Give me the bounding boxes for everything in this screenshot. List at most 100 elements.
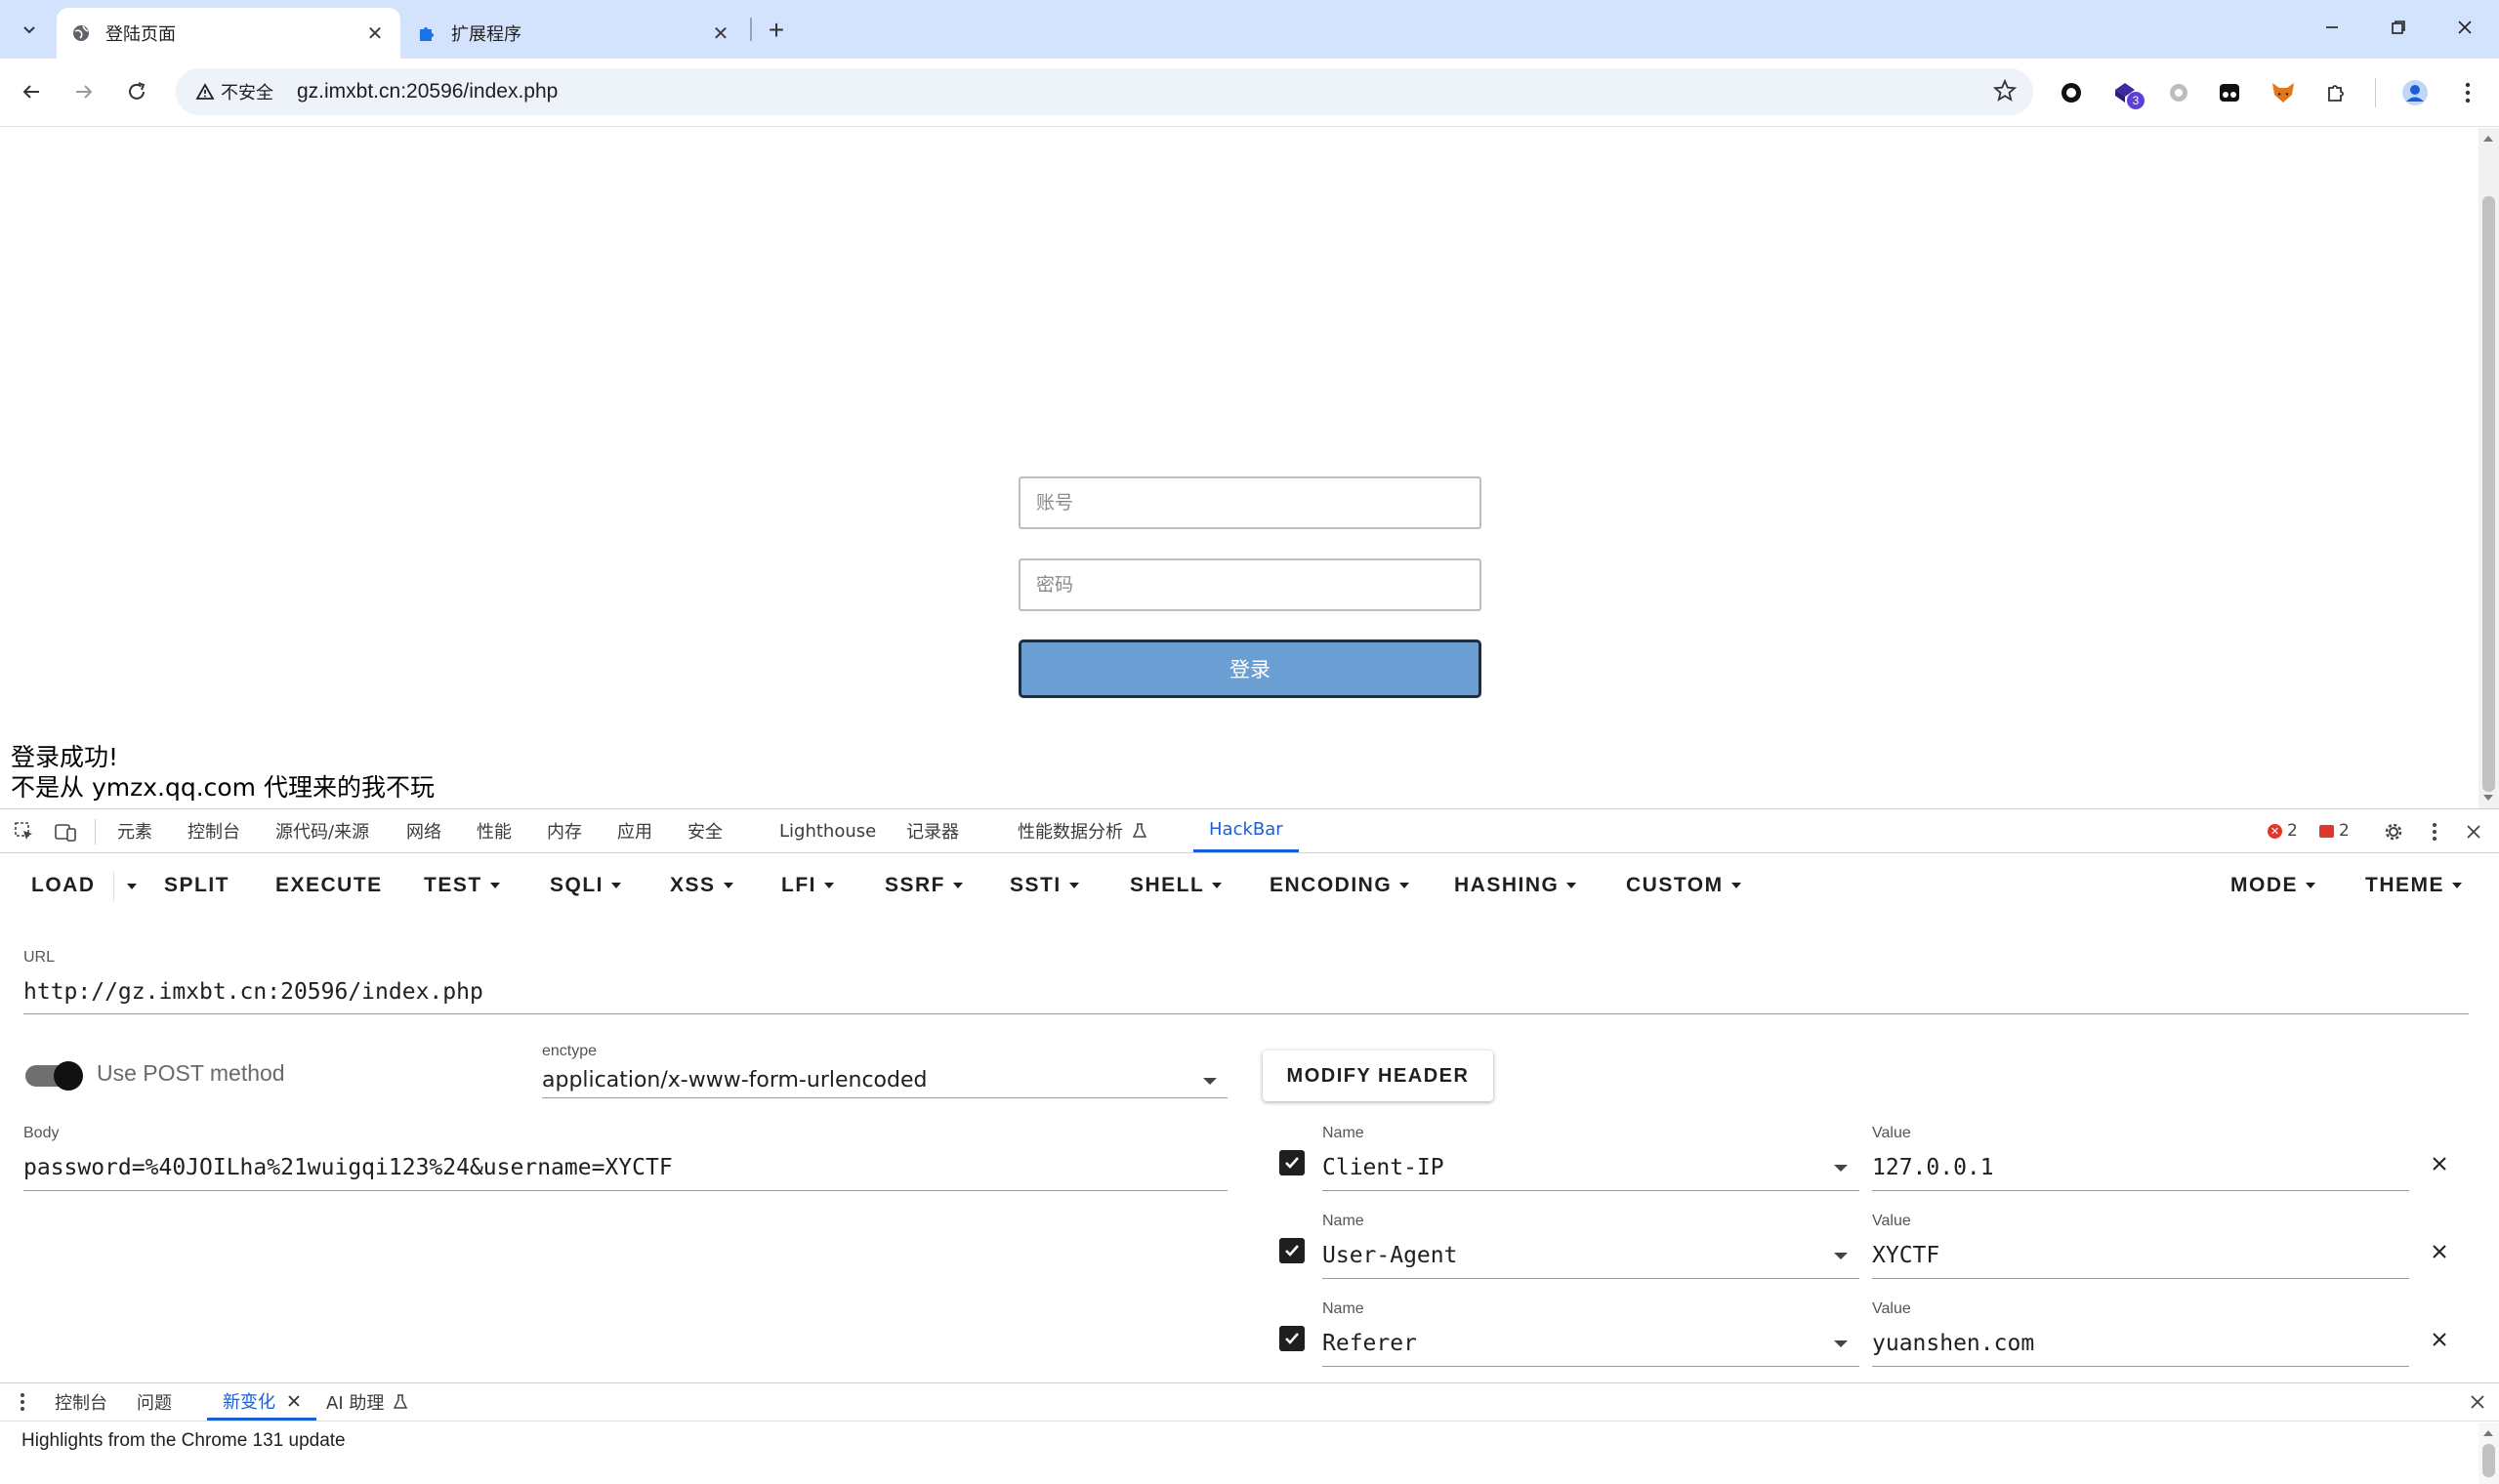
- hackbar-execute-button[interactable]: EXECUTE: [275, 874, 383, 897]
- extension-gear-button[interactable]: [2164, 78, 2193, 107]
- page-scrollbar[interactable]: [2478, 128, 2499, 808]
- header-1-name-underline: [1322, 1190, 1859, 1191]
- drawer-tab-whats-new[interactable]: 新变化: [207, 1383, 316, 1421]
- devtools-tab-elements[interactable]: 元素: [117, 809, 152, 852]
- hackbar-mode-menu[interactable]: MODE: [2230, 874, 2315, 897]
- extension-circle-button[interactable]: [2057, 78, 2086, 107]
- header-1-name[interactable]: Client-IP: [1322, 1155, 1444, 1180]
- extensions-menu-button[interactable]: [2322, 78, 2352, 107]
- scroll-up-arrow[interactable]: [2483, 1430, 2493, 1436]
- extension-hackbar-button[interactable]: 3: [2111, 78, 2145, 109]
- remove-header-3-button[interactable]: [2428, 1328, 2451, 1351]
- scroll-down-arrow[interactable]: [2483, 795, 2493, 801]
- inspect-element-button[interactable]: [12, 819, 37, 845]
- hackbar-split-button[interactable]: SPLIT: [164, 874, 229, 897]
- device-toolbar-button[interactable]: [53, 819, 78, 845]
- hackbar-theme-menu[interactable]: THEME: [2365, 874, 2462, 897]
- hackbar-ssti-menu[interactable]: SSTI: [1010, 874, 1079, 897]
- error-counter[interactable]: ✕ 2: [2268, 821, 2298, 841]
- back-button[interactable]: [12, 72, 51, 111]
- devtools-tab-hackbar[interactable]: HackBar: [1193, 809, 1299, 852]
- drawer-tab-ai-assistant[interactable]: AI 助理: [326, 1383, 409, 1421]
- profile-button[interactable]: [2400, 78, 2430, 107]
- devtools-settings-button[interactable]: [2381, 819, 2406, 845]
- extension-tampermonkey-button[interactable]: [2215, 78, 2244, 107]
- devtools-menu-button[interactable]: [2422, 819, 2447, 845]
- dropdown-arrow-icon[interactable]: [1834, 1165, 1848, 1172]
- devtools-close-button[interactable]: [2461, 819, 2486, 845]
- devtools-tab-sources[interactable]: 源代码/来源: [275, 809, 369, 852]
- close-icon[interactable]: ✕: [709, 21, 732, 45]
- devtools-tab-application[interactable]: 应用: [617, 809, 652, 852]
- hackbar-hashing-menu[interactable]: HASHING: [1454, 874, 1577, 897]
- hackbar-xss-menu[interactable]: XSS: [670, 874, 733, 897]
- username-input[interactable]: [1019, 476, 1481, 529]
- dropdown-arrow-icon[interactable]: [1834, 1340, 1848, 1347]
- devtools-tab-network[interactable]: 网络: [406, 809, 441, 852]
- extension-fox-button[interactable]: [2269, 78, 2298, 107]
- drawer-tab-console[interactable]: 控制台: [55, 1383, 107, 1421]
- hackbar-shell-menu[interactable]: SHELL: [1130, 874, 1223, 897]
- devtools-tab-console[interactable]: 控制台: [187, 809, 240, 852]
- dropdown-arrow-icon[interactable]: [1203, 1078, 1217, 1085]
- devtools-tab-performance-insights[interactable]: 性能数据分析: [1018, 809, 1148, 852]
- scroll-thumb[interactable]: [2482, 196, 2495, 792]
- post-toggle-knob[interactable]: [54, 1061, 83, 1091]
- hackbar-custom-menu[interactable]: CUSTOM: [1626, 874, 1741, 897]
- header-3-name[interactable]: Referer: [1322, 1331, 1417, 1356]
- browser-menu-button[interactable]: [2453, 78, 2482, 107]
- header-2-value[interactable]: XYCTF: [1872, 1243, 1939, 1268]
- login-button[interactable]: 登录: [1019, 639, 1481, 698]
- forward-button[interactable]: [64, 72, 104, 111]
- remove-header-2-button[interactable]: [2428, 1240, 2451, 1263]
- header-3-value[interactable]: yuanshen.com: [1872, 1331, 2034, 1356]
- drawer-tab-issues[interactable]: 问题: [137, 1383, 172, 1421]
- drawer-close-button[interactable]: [2465, 1389, 2490, 1415]
- devtools-tab-security[interactable]: 安全: [687, 809, 723, 852]
- reload-button[interactable]: [117, 72, 156, 111]
- hackbar-load-button[interactable]: LOAD: [31, 874, 96, 897]
- tab-search-button[interactable]: [12, 12, 47, 47]
- hackbar-lfi-menu[interactable]: LFI: [781, 874, 834, 897]
- hackbar-sqli-menu[interactable]: SQLI: [550, 874, 622, 897]
- minimize-button[interactable]: [2303, 6, 2361, 49]
- body-input[interactable]: password=%40JOILha%21wuigqi123%24&userna…: [23, 1155, 673, 1180]
- restore-button[interactable]: [2369, 6, 2428, 49]
- header-1-value[interactable]: 127.0.0.1: [1872, 1155, 1994, 1180]
- scroll-up-arrow[interactable]: [2483, 136, 2493, 142]
- remove-header-1-button[interactable]: [2428, 1152, 2451, 1175]
- tab-extensions[interactable]: 扩展程序 ✕: [402, 8, 746, 59]
- dropdown-arrow-icon[interactable]: [1834, 1253, 1848, 1259]
- tab-login-page[interactable]: 登陆页面 ✕: [57, 8, 400, 59]
- header-1-checkbox[interactable]: [1279, 1150, 1305, 1175]
- hackbar-encoding-menu[interactable]: ENCODING: [1270, 874, 1410, 897]
- devtools-tab-recorder[interactable]: 记录器: [906, 809, 959, 852]
- bookmark-star-button[interactable]: [1992, 78, 2018, 108]
- hackbar-load-dropdown[interactable]: [119, 884, 137, 889]
- issue-counter[interactable]: 2: [2319, 821, 2350, 841]
- close-icon[interactable]: [287, 1394, 301, 1408]
- hackbar-test-menu[interactable]: TEST: [424, 874, 500, 897]
- modify-header-button[interactable]: MODIFY HEADER: [1263, 1051, 1493, 1101]
- drawer-menu-button[interactable]: [10, 1389, 35, 1415]
- devtools-tab-performance[interactable]: 性能: [477, 809, 512, 852]
- devtools-tab-memory[interactable]: 内存: [547, 809, 582, 852]
- header-value-label: Value: [1872, 1125, 1911, 1141]
- inspect-icon: [15, 822, 32, 840]
- enctype-select[interactable]: application/x-www-form-urlencoded: [542, 1068, 927, 1092]
- password-input[interactable]: [1019, 558, 1481, 611]
- close-icon[interactable]: ✕: [363, 21, 387, 45]
- proxy-message: 不是从 ymzx.qq.com 代理来的我不玩: [11, 773, 435, 802]
- new-tab-button[interactable]: +: [760, 14, 793, 47]
- devtools-tab-lighthouse[interactable]: Lighthouse: [779, 809, 876, 852]
- header-2-name[interactable]: User-Agent: [1322, 1243, 1457, 1268]
- header-2-checkbox[interactable]: [1279, 1238, 1305, 1263]
- hackbar-ssrf-menu[interactable]: SSRF: [885, 874, 964, 897]
- address-bar[interactable]: 不安全 gz.imxbt.cn:20596/index.php: [176, 68, 2033, 115]
- scroll-thumb[interactable]: [2482, 1444, 2495, 1477]
- drawer-scrollbar[interactable]: [2478, 1422, 2499, 1484]
- url-input[interactable]: http://gz.imxbt.cn:20596/index.php: [23, 979, 483, 1005]
- header-3-checkbox[interactable]: [1279, 1326, 1305, 1351]
- window-close-button[interactable]: [2436, 6, 2494, 49]
- security-chip[interactable]: 不安全: [186, 75, 283, 108]
